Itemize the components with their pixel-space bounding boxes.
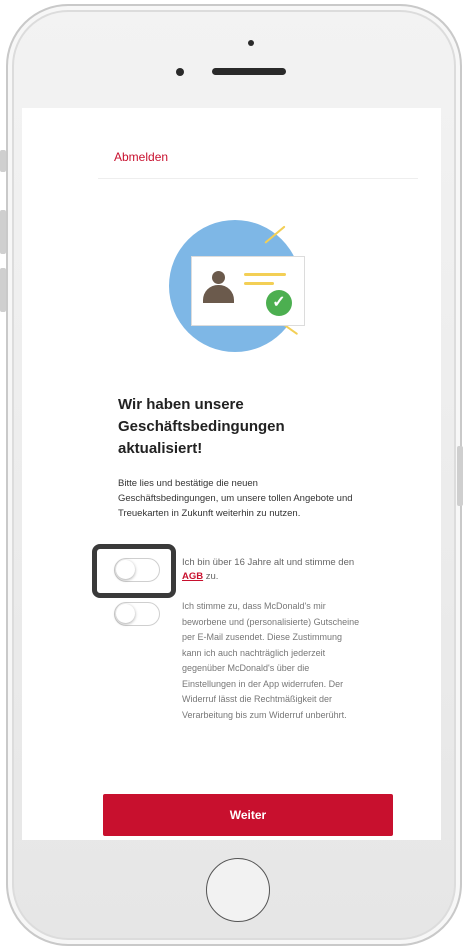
ray-mark [264,225,286,244]
earpiece-speaker [212,68,286,75]
home-button-icon[interactable] [206,858,270,922]
logout-link[interactable]: Abmelden [114,150,168,164]
id-card: ✓ [191,256,305,326]
page-title: Wir haben unsere Geschäftsbedingungen ak… [118,396,285,457]
age-consent-text-before: Ich bin über 16 Jahre alt und stimme den [182,557,355,568]
mute-switch [0,150,6,172]
continue-button[interactable]: Weiter [103,794,393,836]
card-text-line [244,273,286,276]
card-text-line [244,282,274,285]
front-camera [176,68,184,76]
volume-up-button [0,210,6,254]
id-card-with-checkmark-icon: ✓ [169,220,305,352]
person-body-icon [203,285,234,303]
sensor-dot [248,40,254,46]
power-button [457,446,463,506]
toggle-knob [116,604,135,623]
person-head-icon [212,271,225,284]
checkmark-icon: ✓ [266,290,292,316]
marketing-consent-text: Ich stimme zu, dass McDonald's mir bewor… [182,601,360,720]
highlight-frame [92,544,176,598]
app-screen: Abmelden ✓ Wir haben unsere Geschäftsbed… [22,108,441,840]
marketing-consent-toggle[interactable] [114,602,160,626]
intro-text: Bitte lies und bestätige die neuen Gesch… [118,478,353,519]
agb-link[interactable]: AGB [182,571,203,582]
top-bar: Abmelden [98,144,418,179]
age-consent-text: Ich bin über 16 Jahre alt und stimme den… [182,556,372,584]
age-consent-text-after: zu. [203,571,219,582]
volume-down-button [0,268,6,312]
